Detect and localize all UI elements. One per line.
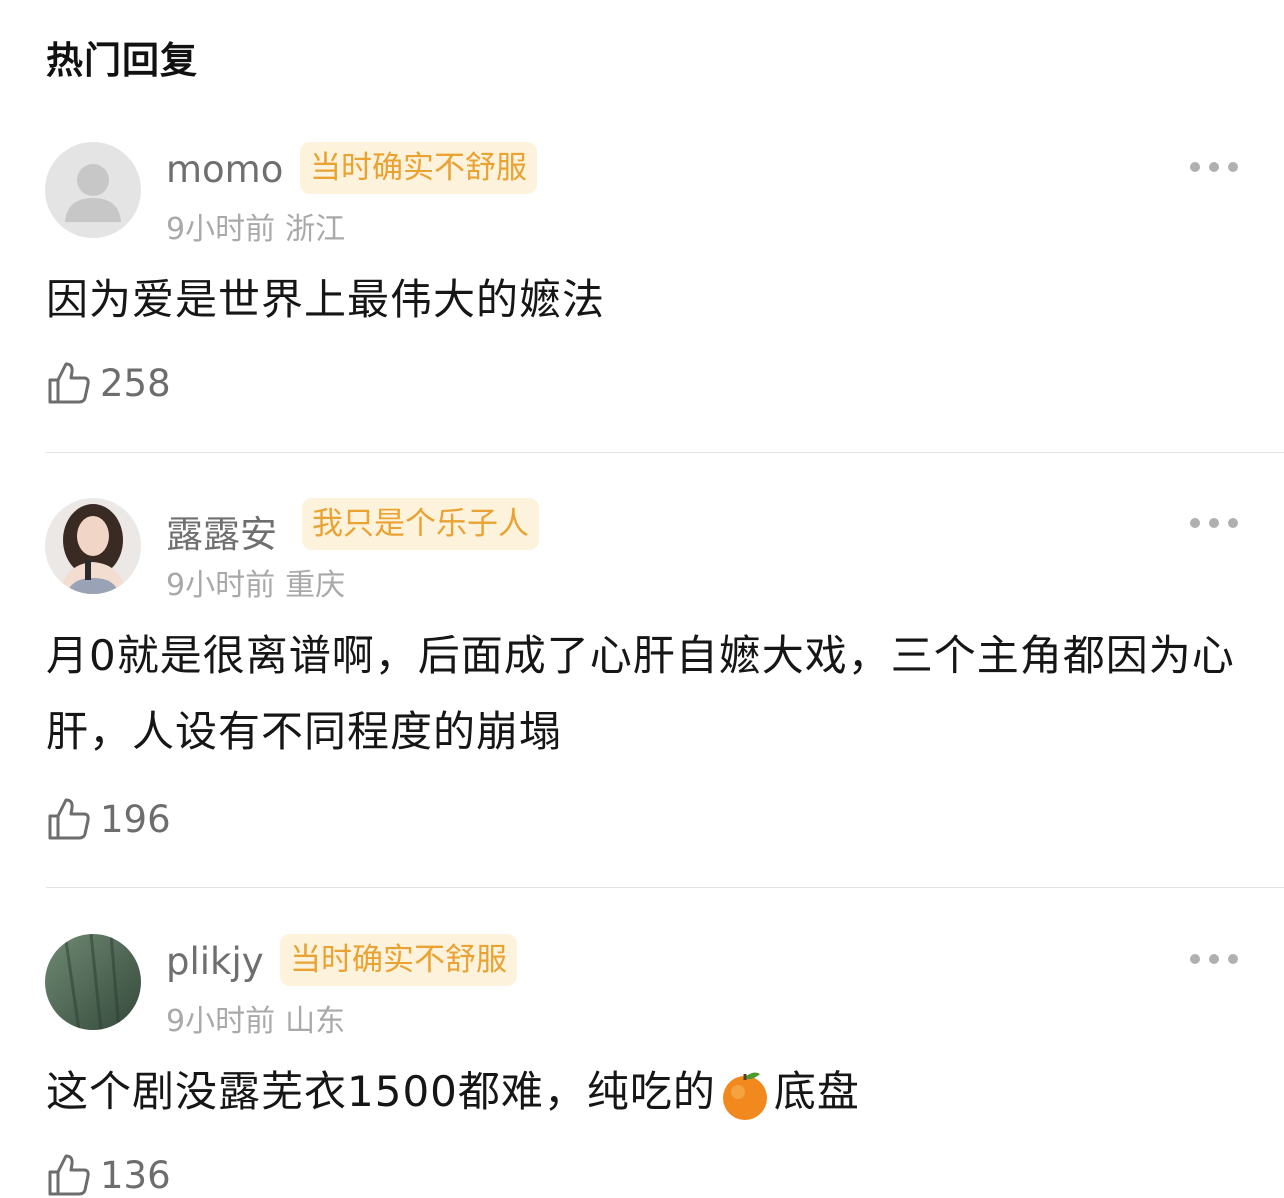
green-texture-avatar[interactable] [45,934,141,1030]
username[interactable]: plikjy [166,940,264,983]
comment-time: 9小时前 [166,212,276,247]
divider [46,452,1284,453]
username[interactable]: momo [166,148,283,191]
like-button[interactable]: 258 [46,360,171,406]
default-avatar-icon[interactable] [45,142,141,238]
thumbs-up-icon [48,1154,90,1196]
user-badge: 当时确实不舒服 [300,142,537,194]
comment-location: 重庆 [285,568,346,603]
like-count: 258 [100,361,171,405]
divider [46,887,1284,888]
like-count: 136 [100,1153,171,1197]
comment-meta: 9小时前 浙江 [166,204,345,248]
thumbs-up-icon [48,798,90,840]
like-button[interactable]: 196 [46,796,171,842]
user-badge: 当时确实不舒服 [280,934,517,986]
section-title: 热门回复 [46,39,198,82]
like-button[interactable]: 136 [46,1152,171,1198]
comment-location: 山东 [285,1004,346,1039]
comment-meta: 9小时前 重庆 [166,560,345,604]
comment-time: 9小时前 [166,1004,276,1039]
username[interactable]: 露露安 [166,504,277,558]
user-photo-avatar[interactable] [45,498,141,594]
thumbs-up-icon [48,362,90,404]
more-options-icon[interactable] [1190,952,1238,966]
more-options-icon[interactable] [1190,160,1238,174]
orange-emoji-icon [722,1072,767,1120]
comment-text: 月0就是很离谱啊，后面成了心肝自嬷大戏，三个主角都因为心肝，人设有不同程度的崩塌 [46,631,1235,756]
like-count: 196 [100,797,171,841]
comment-time: 9小时前 [166,568,276,603]
comment-text-part: 底盘 [773,1067,860,1116]
comment-location: 浙江 [285,212,346,247]
user-badge: 我只是个乐子人 [302,498,539,550]
comment-text-part: 这个剧没露芜衣1500都难，纯吃的 [46,1067,716,1116]
comment-text: 这个剧没露芜衣1500都难，纯吃的 底盘 [46,1054,1246,1130]
comment-text: 因为爱是世界上最伟大的嬷法 [46,275,606,324]
more-options-icon[interactable] [1190,516,1238,530]
comment-meta: 9小时前 山东 [166,996,345,1040]
